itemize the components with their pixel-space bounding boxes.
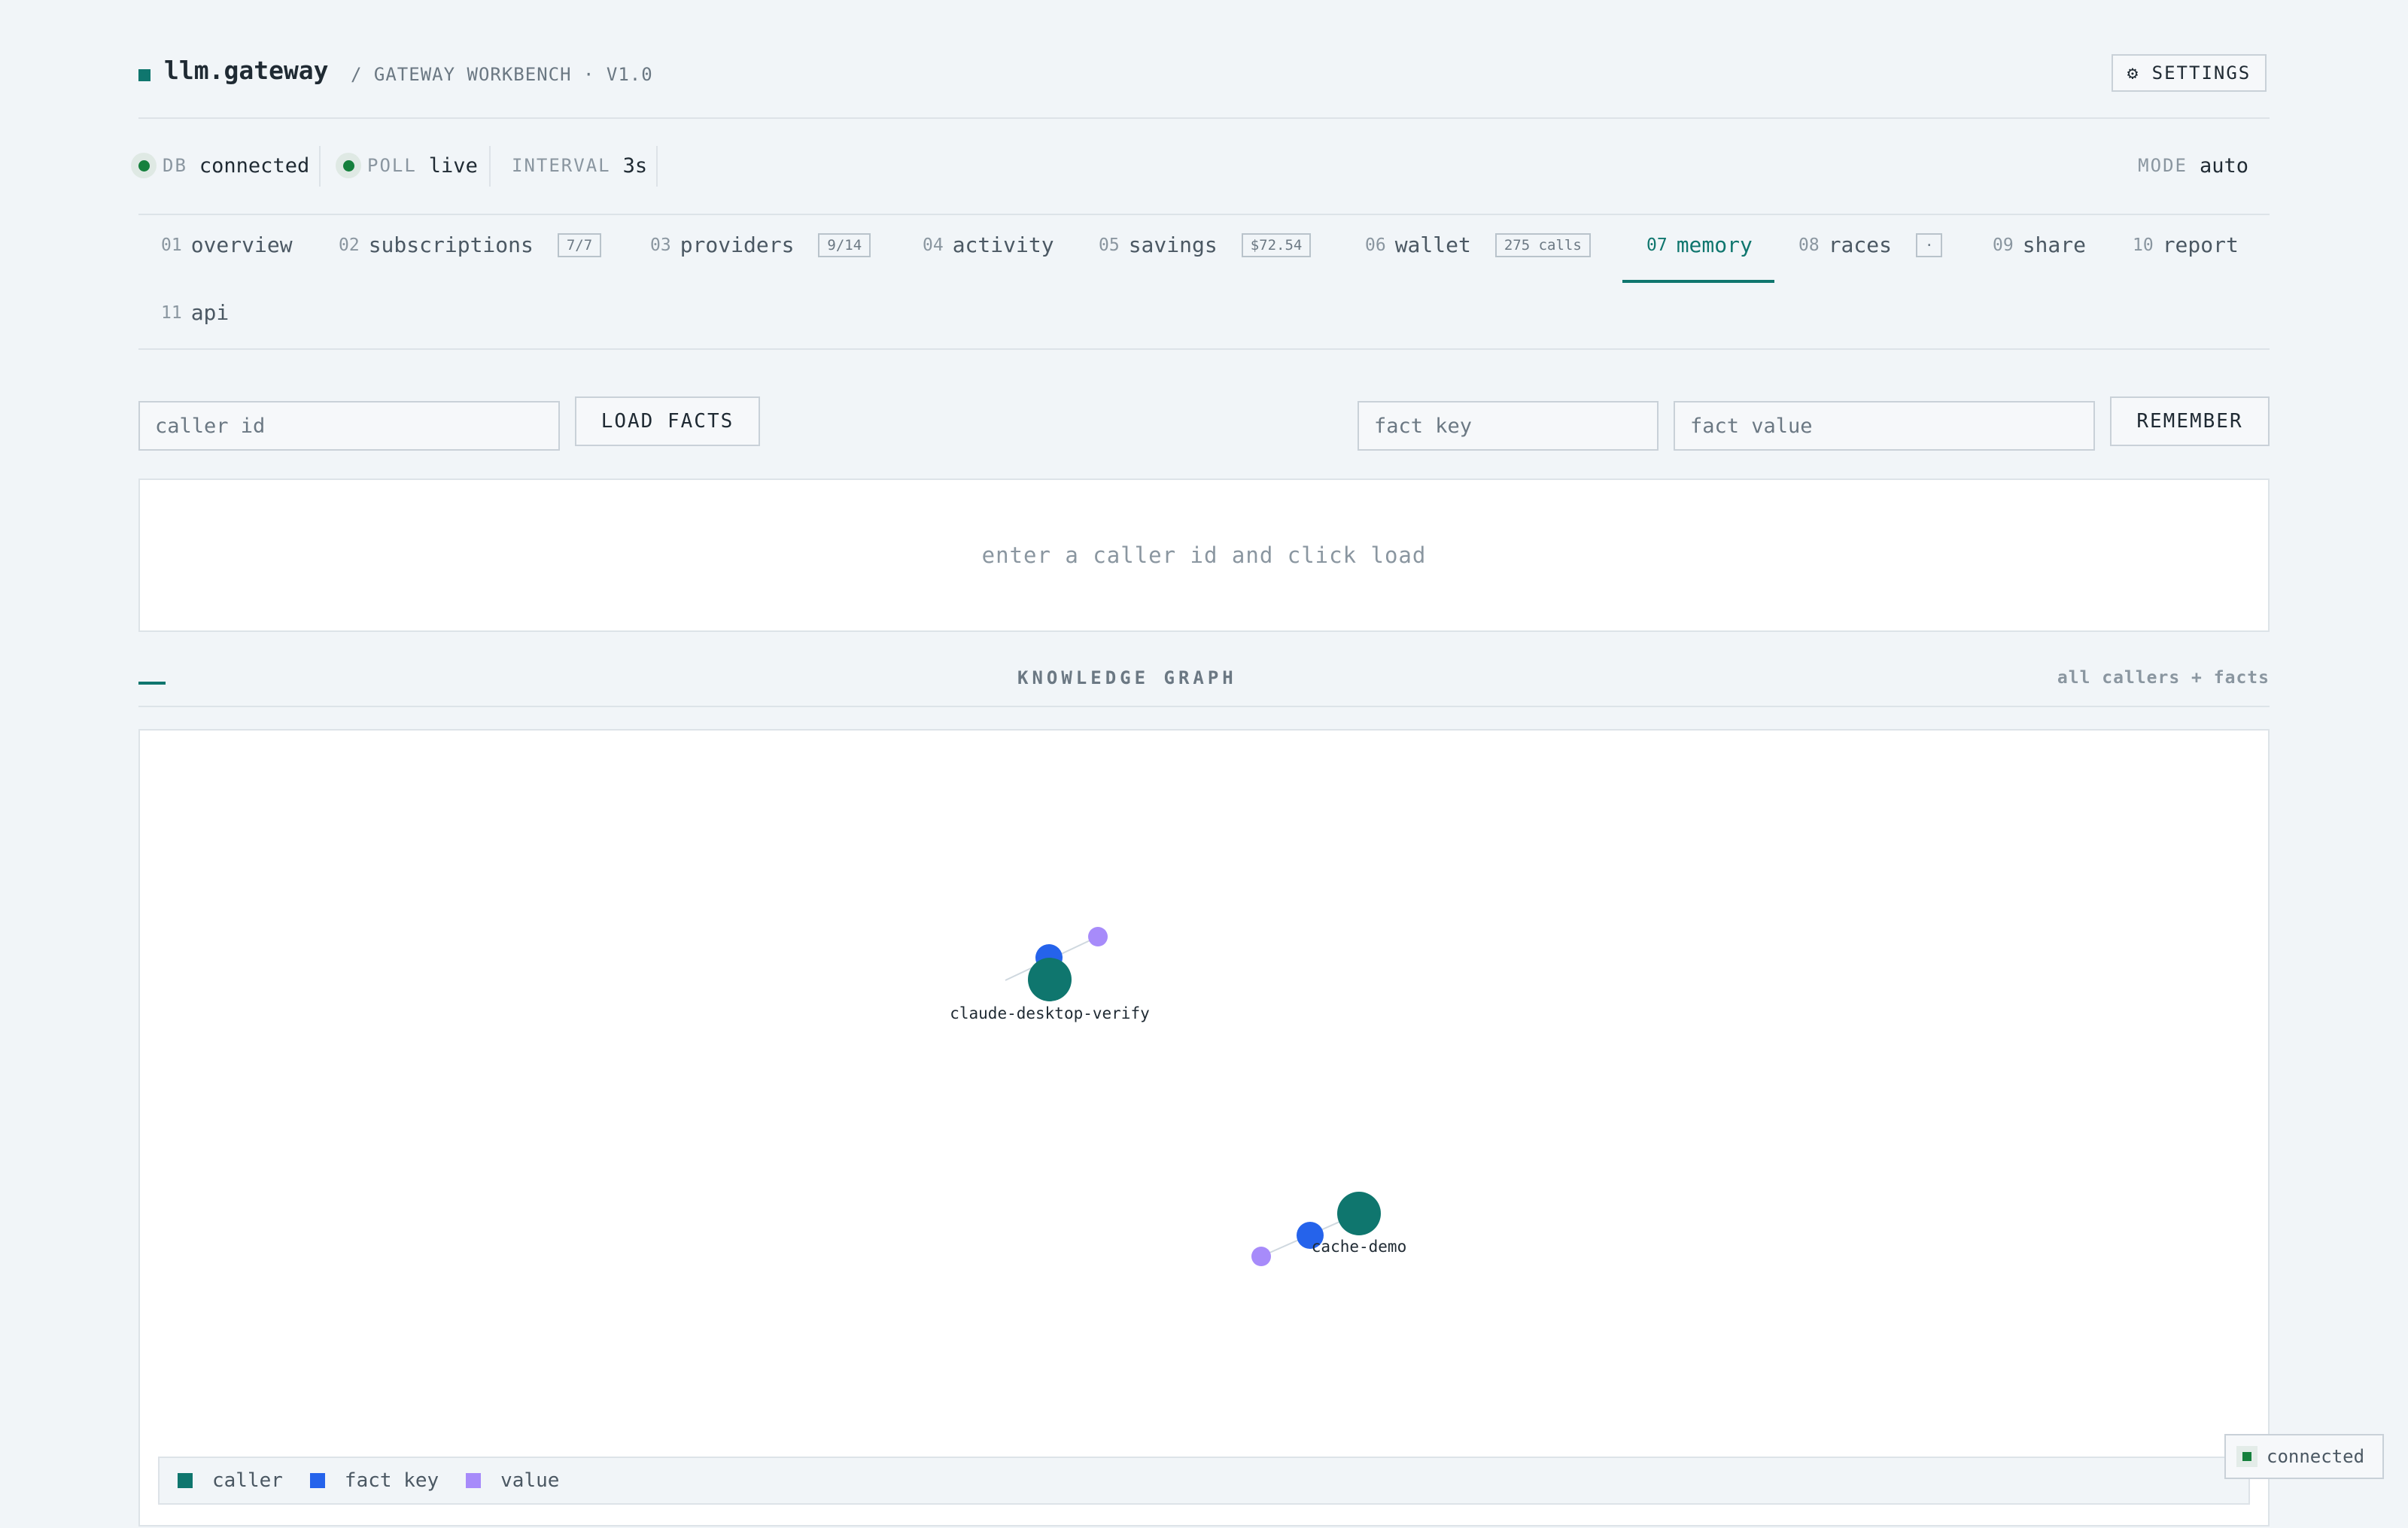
- poll-status-dot-icon: [336, 153, 361, 178]
- tab-label: races: [1828, 232, 1892, 257]
- legend-label: value: [500, 1469, 560, 1492]
- caller-swatch-icon: [178, 1473, 193, 1488]
- value-node[interactable]: [1088, 927, 1108, 946]
- tab-label: overview: [190, 232, 293, 257]
- fact-key-swatch-icon: [309, 1473, 325, 1488]
- interval-status: INTERVAL 3s: [512, 147, 647, 184]
- tab-label: report: [2162, 232, 2239, 257]
- tab-label: subscriptions: [368, 232, 534, 257]
- tab-number: 06: [1365, 235, 1386, 255]
- tab-share[interactable]: 09 share: [1993, 232, 2086, 257]
- tab-label: share: [2022, 232, 2086, 257]
- tab-number: 10: [2133, 235, 2154, 255]
- knowledge-graph-canvas[interactable]: claude-desktop-verify cache-demo: [138, 729, 2270, 1526]
- legend-label: caller: [212, 1469, 283, 1492]
- poll-status-value: live: [428, 153, 478, 178]
- brand-name: llm.gateway: [164, 56, 329, 85]
- db-status: DB connected: [131, 147, 309, 184]
- mode-label: MODE: [2138, 155, 2188, 176]
- active-tab-indicator: [1622, 280, 1774, 283]
- tab-badge: ·: [1916, 232, 1943, 257]
- db-status-dot-icon: [131, 153, 157, 178]
- tab-memory[interactable]: 07 memory: [1646, 232, 1753, 257]
- db-status-label: DB: [163, 155, 187, 176]
- status-divider: [138, 214, 2270, 215]
- brand-logo-square: [138, 69, 150, 81]
- knowledge-graph-svg[interactable]: claude-desktop-verify cache-demo: [140, 731, 2268, 1528]
- tab-overview[interactable]: 01 overview: [161, 232, 293, 257]
- caller-node-label: cache-demo: [1312, 1238, 1406, 1256]
- settings-button[interactable]: ⚙ SETTINGS: [2112, 54, 2267, 92]
- remember-button[interactable]: REMEMBER: [2110, 396, 2270, 446]
- status-separator: [489, 146, 491, 187]
- tab-badge: 7/7: [557, 232, 602, 257]
- interval-value: 3s: [622, 153, 648, 178]
- tab-subscriptions[interactable]: 02 subscriptions 7/7: [339, 232, 602, 257]
- tab-label: wallet: [1394, 232, 1471, 257]
- fact-value-input[interactable]: [1674, 401, 2095, 451]
- tab-number: 04: [923, 235, 944, 255]
- tab-badge: $72.54: [1241, 232, 1312, 257]
- mode-status: MODE auto: [2138, 147, 2248, 184]
- connection-toast-label: connected: [2267, 1446, 2365, 1467]
- section-divider: [138, 706, 2270, 707]
- status-separator: [656, 146, 658, 187]
- connection-toast: connected: [2224, 1434, 2384, 1479]
- tab-label: memory: [1676, 232, 1753, 257]
- tab-api[interactable]: 11 api: [161, 300, 229, 325]
- tab-number: 07: [1646, 235, 1668, 255]
- db-status-value: connected: [199, 153, 310, 178]
- load-facts-button[interactable]: LOAD FACTS: [575, 396, 760, 446]
- tab-number: 05: [1099, 235, 1120, 255]
- value-node[interactable]: [1251, 1247, 1271, 1266]
- legend-item-caller: caller: [178, 1469, 283, 1492]
- tab-number: 03: [650, 235, 671, 255]
- value-swatch-icon: [466, 1473, 482, 1488]
- tab-activity[interactable]: 04 activity: [923, 232, 1054, 257]
- tab-report[interactable]: 10 report: [2133, 232, 2239, 257]
- facts-panel: enter a caller id and click load: [138, 478, 2270, 632]
- tab-label: savings: [1128, 232, 1218, 257]
- legend-label: fact key: [344, 1469, 439, 1492]
- caller-id-input[interactable]: [138, 401, 560, 451]
- status-separator: [319, 146, 321, 187]
- tab-number: 11: [161, 302, 182, 323]
- legend-item-fact-key: fact key: [309, 1469, 439, 1492]
- tab-number: 01: [161, 235, 182, 255]
- tabs-divider: [138, 348, 2270, 350]
- knowledge-graph-scope: all callers + facts: [2057, 668, 2270, 688]
- brand-subtitle: / GATEWAY WORKBENCH · V1.0: [351, 64, 653, 85]
- tab-label: api: [190, 300, 230, 325]
- tab-badge: 275 calls: [1494, 232, 1591, 257]
- connection-indicator-icon: [2236, 1446, 2258, 1467]
- tab-providers[interactable]: 03 providers 9/14: [650, 232, 871, 257]
- tab-wallet[interactable]: 06 wallet 275 calls: [1365, 232, 1591, 257]
- caller-node-label: claude-desktop-verify: [950, 1004, 1150, 1022]
- header-divider: [138, 117, 2270, 119]
- legend-item-value: value: [466, 1469, 559, 1492]
- knowledge-graph-title: KNOWLEDGE GRAPH: [1017, 667, 1237, 688]
- fact-key-input[interactable]: [1358, 401, 1659, 451]
- caller-node[interactable]: [1337, 1192, 1381, 1235]
- section-marker: [138, 682, 166, 685]
- caller-node[interactable]: [1028, 958, 1072, 1001]
- tab-races[interactable]: 08 races ·: [1798, 232, 1943, 257]
- tab-number: 09: [1993, 235, 2014, 255]
- tab-label: activity: [952, 232, 1054, 257]
- tab-label: providers: [680, 232, 795, 257]
- poll-status-label: POLL: [367, 155, 417, 176]
- tab-badge: 9/14: [818, 232, 871, 257]
- poll-status: POLL live: [336, 147, 478, 184]
- tab-number: 02: [339, 235, 360, 255]
- interval-label: INTERVAL: [512, 155, 611, 176]
- graph-legend: caller fact key value: [158, 1457, 2250, 1505]
- facts-empty-message: enter a caller id and click load: [981, 542, 1427, 568]
- settings-label: ⚙ SETTINGS: [2127, 62, 2251, 84]
- tab-savings[interactable]: 05 savings $72.54: [1099, 232, 1312, 257]
- mode-value: auto: [2199, 153, 2248, 178]
- tab-number: 08: [1798, 235, 1820, 255]
